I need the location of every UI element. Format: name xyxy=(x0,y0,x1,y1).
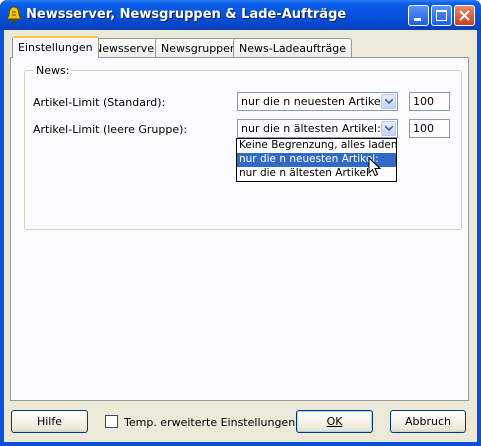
article-limit-empty-group-select[interactable]: nur die n ältesten Artikel: xyxy=(237,119,398,138)
tab-label: Einstellungen xyxy=(18,41,93,54)
help-button[interactable]: Hilfe xyxy=(11,410,88,433)
article-limit-standard-count[interactable]: 100 xyxy=(409,92,450,111)
tab-label: Newsgruppen xyxy=(161,42,237,55)
window-title: Newsserver, Newsgruppen & Lade-Aufträge xyxy=(26,7,347,22)
dialog-client: Einstellungen Newsserver Newsgruppen New… xyxy=(4,30,477,442)
dialog-window: Newsserver, Newsgruppen & Lade-Aufträge … xyxy=(0,0,481,446)
help-button-label: Hilfe xyxy=(36,415,63,428)
tab-label: Newsserver xyxy=(94,42,159,55)
article-limit-standard-select[interactable]: nur die n neuesten Artikel: xyxy=(237,92,398,111)
tab-label: News-Ladeaufträge xyxy=(239,42,347,55)
count-value: 100 xyxy=(413,95,434,108)
dropdown-option-no-limit[interactable]: Keine Begrenzung, alles laden xyxy=(237,139,398,153)
tab-einstellungen[interactable]: Einstellungen xyxy=(12,36,99,58)
minimize-button[interactable] xyxy=(408,5,429,26)
mouse-pointer-icon xyxy=(368,156,382,180)
count-value: 100 xyxy=(413,122,434,135)
app-bell-icon[interactable] xyxy=(6,6,22,24)
ok-button-label: OK xyxy=(326,415,343,428)
tab-newsserver[interactable]: Newsserver xyxy=(88,38,165,57)
maximize-button[interactable] xyxy=(431,5,452,26)
cancel-button-label: Abbruch xyxy=(404,415,451,428)
article-limit-standard-label: Artikel-Limit (Standard): xyxy=(33,96,166,109)
tab-panel-einstellungen: News: Artikel-Limit (Standard): nur die … xyxy=(10,57,469,401)
news-group-legend: News: xyxy=(34,64,72,77)
tab-news-ladeauftraege[interactable]: News-Ladeaufträge xyxy=(233,38,353,57)
temp-advanced-settings-checkbox[interactable] xyxy=(105,415,118,428)
article-limit-empty-group-label: Artikel-Limit (leere Gruppe): xyxy=(33,123,188,136)
temp-advanced-settings-label[interactable]: Temp. erweiterte Einstellungen xyxy=(124,416,295,429)
title-bar[interactable]: Newsserver, Newsgruppen & Lade-Aufträge xyxy=(0,0,481,30)
chevron-down-icon[interactable] xyxy=(381,121,396,136)
cancel-button[interactable]: Abbruch xyxy=(390,410,466,433)
close-button[interactable] xyxy=(454,5,475,26)
select-value: nur die n ältesten Artikel: xyxy=(241,122,381,135)
select-value: nur die n neuesten Artikel: xyxy=(241,95,388,108)
tab-newsgruppen[interactable]: Newsgruppen xyxy=(155,38,243,57)
article-limit-empty-group-count[interactable]: 100 xyxy=(409,119,450,138)
ok-button[interactable]: OK xyxy=(296,410,373,433)
chevron-down-icon[interactable] xyxy=(381,94,396,109)
